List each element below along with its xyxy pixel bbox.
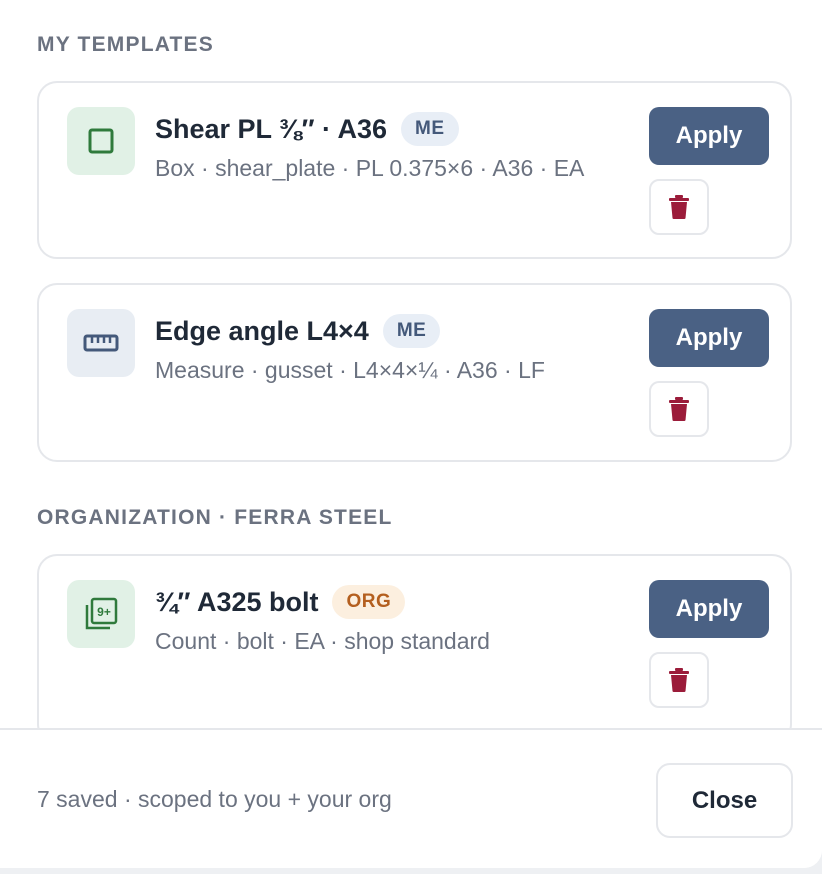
template-name: Edge angle L4×4: [155, 315, 369, 346]
trash-icon: [669, 397, 689, 421]
ruler-icon: [67, 309, 135, 377]
close-button[interactable]: Close: [656, 763, 793, 838]
template-card: Shear PL ⅜″ · A36 ME Box · shear_plate ·…: [37, 81, 792, 259]
apply-button[interactable]: Apply: [649, 107, 769, 165]
svg-text:9+: 9+: [97, 605, 111, 619]
scope-badge: ORG: [332, 585, 406, 619]
delete-button[interactable]: [649, 652, 709, 708]
template-name: ¾″ A325 bolt: [155, 586, 319, 617]
apply-button[interactable]: Apply: [649, 309, 769, 367]
template-title-row: ¾″ A325 bolt ORG: [155, 582, 406, 622]
template-card: Edge angle L4×4 ME Measure · gusset · L4…: [37, 283, 792, 462]
template-description: Count · bolt · EA · shop standard: [155, 628, 490, 654]
section-title-organization: ORGANIZATION · FERRA STEEL: [37, 506, 393, 529]
scope-badge: ME: [382, 314, 441, 348]
template-description: Box · shear_plate · PL 0.375×6 · A36 · E…: [155, 155, 585, 181]
delete-button[interactable]: [649, 381, 709, 437]
apply-button[interactable]: Apply: [649, 580, 769, 638]
template-card: 9+ ¾″ A325 bolt ORG Count · bolt · EA · …: [37, 554, 792, 728]
template-name: Shear PL ⅜″ · A36: [155, 113, 388, 144]
delete-button[interactable]: [649, 179, 709, 235]
template-description: Measure · gusset · L4×4×¼ · A36 · LF: [155, 357, 545, 383]
trash-icon: [669, 668, 689, 692]
panel-footer: 7 saved · scoped to you + your org Close: [0, 728, 822, 868]
square-outline-icon: [67, 107, 135, 175]
section-title-my-templates: MY TEMPLATES: [37, 33, 214, 56]
trash-icon: [669, 195, 689, 219]
count-stack-icon: 9+: [67, 580, 135, 648]
template-title-row: Shear PL ⅜″ · A36 ME: [155, 109, 459, 149]
template-title-row: Edge angle L4×4 ME: [155, 311, 441, 351]
templates-panel: MY TEMPLATES Shear PL ⅜″ · A36 ME Box · …: [0, 0, 822, 868]
scope-badge: ME: [401, 112, 459, 146]
saved-count-status: 7 saved · scoped to you + your org: [37, 786, 392, 812]
templates-list[interactable]: MY TEMPLATES Shear PL ⅜″ · A36 ME Box · …: [0, 0, 822, 728]
